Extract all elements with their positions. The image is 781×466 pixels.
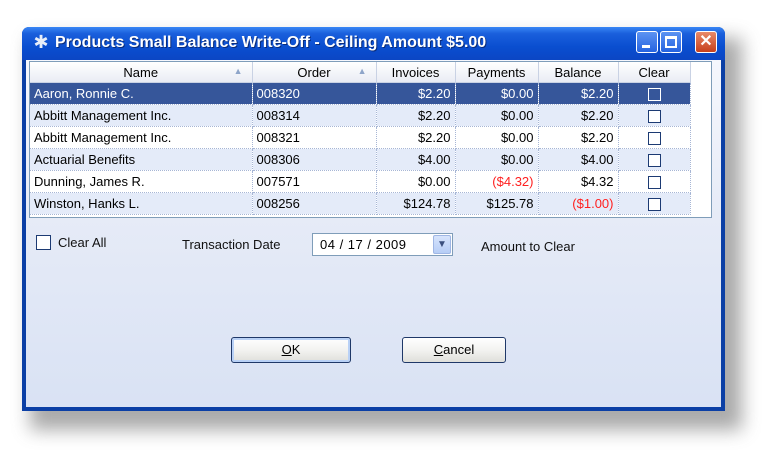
- table-row[interactable]: Abbitt Management Inc. 008321 $2.20 $0.0…: [30, 126, 691, 149]
- column-header-clear[interactable]: Clear: [618, 62, 691, 83]
- cell-balance: $2.20: [538, 126, 619, 149]
- chevron-down-icon: ▼: [437, 239, 447, 250]
- clear-checkbox[interactable]: [647, 176, 661, 190]
- cell-clear: [618, 104, 691, 127]
- table-row[interactable]: Actuarial Benefits 008306 $4.00 $0.00 $4…: [30, 148, 691, 171]
- column-header-label: Payments: [467, 64, 526, 80]
- clear-checkbox[interactable]: [647, 198, 661, 212]
- cell-payments: $0.00: [455, 148, 539, 171]
- cell-balance: $4.00: [538, 148, 619, 171]
- ok-mnemonic: O: [281, 342, 292, 357]
- table-row[interactable]: Aaron, Ronnie C. 008320 $2.20 $0.00 $2.2…: [30, 82, 691, 105]
- cell-clear: [618, 82, 691, 105]
- clear-checkbox[interactable]: [647, 88, 661, 102]
- column-header-order[interactable]: Order ▲: [252, 62, 377, 83]
- clear-checkbox[interactable]: [647, 154, 661, 168]
- transaction-date-label: Transaction Date: [182, 237, 281, 252]
- sort-ascending-icon: ▲: [233, 66, 243, 76]
- cell-clear: [618, 170, 691, 193]
- cell-balance: $4.32: [538, 170, 619, 193]
- cell-name: Winston, Hanks L.: [30, 192, 253, 215]
- close-button[interactable]: ✕: [695, 31, 717, 53]
- cell-balance: $2.20: [538, 104, 619, 127]
- column-header-label: Balance: [554, 64, 602, 80]
- clear-all-label[interactable]: Clear All: [58, 235, 106, 250]
- cell-balance: $2.20: [538, 82, 619, 105]
- dialog-window: ✱ Products Small Balance Write-Off - Cei…: [22, 27, 725, 411]
- write-off-grid[interactable]: Name ▲ Order ▲ Invoices Payments Balance C…: [29, 61, 712, 218]
- clear-all-checkbox[interactable]: [36, 235, 51, 250]
- minimize-icon: [642, 45, 650, 48]
- column-header-balance[interactable]: Balance: [538, 62, 619, 83]
- transaction-date-picker[interactable]: 04 / 17 / 2009 ▼: [312, 233, 453, 256]
- minimize-button[interactable]: [636, 31, 658, 53]
- ok-button[interactable]: OK: [231, 337, 351, 363]
- column-header-invoices[interactable]: Invoices: [376, 62, 456, 83]
- header-row: Name ▲ Order ▲ Invoices Payments Balance C…: [30, 62, 691, 83]
- cancel-label-rest: ancel: [443, 342, 475, 357]
- column-header-name[interactable]: Name ▲: [30, 62, 253, 83]
- cell-name: Dunning, James R.: [30, 170, 253, 193]
- cell-clear: [618, 126, 691, 149]
- cell-payments: $0.00: [455, 104, 539, 127]
- cell-balance: ($1.00): [538, 192, 619, 215]
- dialog-client-area: Name ▲ Order ▲ Invoices Payments Balance C…: [26, 60, 721, 407]
- cell-invoices: $4.00: [376, 148, 456, 171]
- table-row[interactable]: Winston, Hanks L. 008256 $124.78 $125.78…: [30, 192, 691, 215]
- transaction-date-value[interactable]: 04 / 17 / 2009: [320, 237, 407, 252]
- cell-order: 008321: [252, 126, 377, 149]
- cell-invoices: $2.20: [376, 104, 456, 127]
- maximize-icon: [665, 36, 677, 48]
- ok-label-rest: K: [291, 342, 301, 357]
- title-bar[interactable]: ✱ Products Small Balance Write-Off - Cei…: [22, 27, 725, 60]
- column-header-payments[interactable]: Payments: [455, 62, 539, 83]
- cell-order: 007571: [252, 170, 377, 193]
- cell-payments: $0.00: [455, 126, 539, 149]
- column-header-label: Clear: [638, 64, 670, 80]
- cell-invoices: $124.78: [376, 192, 456, 215]
- column-header-label: Order: [297, 64, 331, 80]
- cell-order: 008256: [252, 192, 377, 215]
- table-row[interactable]: Abbitt Management Inc. 008314 $2.20 $0.0…: [30, 104, 691, 127]
- cancel-button[interactable]: Cancel: [402, 337, 506, 363]
- column-header-label: Invoices: [391, 64, 440, 80]
- cell-order: 008314: [252, 104, 377, 127]
- cell-name: Abbitt Management Inc.: [30, 104, 253, 127]
- window-title: Products Small Balance Write-Off - Ceili…: [55, 34, 487, 51]
- cell-clear: [618, 192, 691, 215]
- table-row[interactable]: Dunning, James R. 007571 $0.00 ($4.32) $…: [30, 170, 691, 193]
- cell-clear: [618, 148, 691, 171]
- cell-name: Abbitt Management Inc.: [30, 126, 253, 149]
- cell-invoices: $2.20: [376, 126, 456, 149]
- cell-order: 008306: [252, 148, 377, 171]
- sort-ascending-icon: ▲: [357, 66, 367, 76]
- column-header-label: Name: [123, 64, 159, 80]
- cell-payments: ($4.32): [455, 170, 539, 193]
- close-icon: ✕: [699, 33, 713, 50]
- calendar-dropdown-button[interactable]: ▼: [433, 235, 451, 254]
- cell-invoices: $2.20: [376, 82, 456, 105]
- maximize-button[interactable]: [660, 31, 682, 53]
- cell-name: Aaron, Ronnie C.: [30, 82, 253, 105]
- cell-name: Actuarial Benefits: [30, 148, 253, 171]
- cell-payments: $0.00: [455, 82, 539, 105]
- cell-invoices: $0.00: [376, 170, 456, 193]
- cancel-mnemonic: C: [433, 342, 444, 357]
- cell-payments: $125.78: [455, 192, 539, 215]
- clear-checkbox[interactable]: [647, 132, 661, 146]
- cell-order: 008320: [252, 82, 377, 105]
- gear-icon: ✱: [33, 32, 49, 52]
- write-off-table: Name ▲ Order ▲ Invoices Payments Balance C…: [30, 62, 691, 215]
- amount-to-clear-label: Amount to Clear: [481, 239, 575, 254]
- clear-checkbox[interactable]: [647, 110, 661, 124]
